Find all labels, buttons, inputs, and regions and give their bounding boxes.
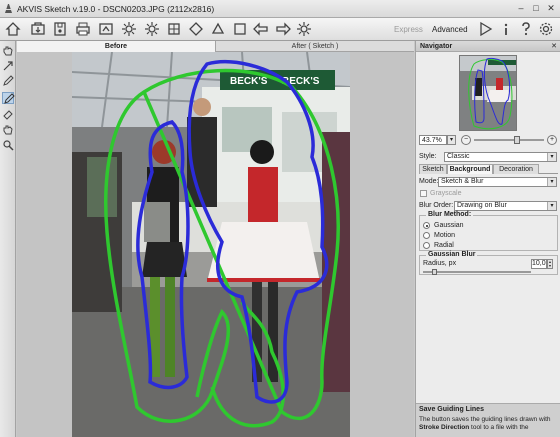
print-icon[interactable] xyxy=(75,21,91,37)
mode-express-button[interactable]: Express xyxy=(394,25,423,34)
tab-decoration[interactable]: Decoration xyxy=(493,164,539,174)
mode-label: Mode: xyxy=(419,178,439,185)
reset-icon[interactable] xyxy=(232,21,248,37)
chevron-down-icon: ▾ xyxy=(547,202,556,210)
navigator-title: Navigator xyxy=(420,43,453,50)
blur-order-select[interactable]: Drawing on Blur ▾ xyxy=(454,201,557,211)
grayscale-label: Grayscale xyxy=(430,190,462,197)
zoom-out-button[interactable]: − xyxy=(461,135,471,145)
zoom-slider-thumb[interactable] xyxy=(514,136,521,144)
radial-label: Radial xyxy=(434,242,454,249)
radius-spinner[interactable]: ▴ ▾ xyxy=(547,259,553,269)
chevron-down-icon: ▾ xyxy=(547,178,556,186)
hand-icon[interactable] xyxy=(2,45,14,57)
style-value: Classic xyxy=(447,153,470,160)
gaussian-blur-title: Gaussian Blur xyxy=(426,251,478,258)
run-icon[interactable] xyxy=(477,21,493,37)
zoom-slider-track[interactable] xyxy=(474,139,544,141)
image-canvas[interactable]: BECK'S BECK'S xyxy=(17,52,414,437)
tab-before[interactable]: Before xyxy=(17,41,216,52)
help-icon[interactable] xyxy=(518,21,534,37)
radius-input[interactable]: 10,0 xyxy=(531,259,547,269)
view-tabs: Before After ( Sketch ) xyxy=(17,41,414,52)
redo-icon[interactable] xyxy=(275,21,291,37)
navigator-close-icon[interactable]: ✕ xyxy=(551,41,557,52)
chevron-down-icon: ▾ xyxy=(547,153,556,161)
open-icon[interactable] xyxy=(30,21,46,37)
undo-icon[interactable] xyxy=(253,21,269,37)
mode-advanced-button[interactable]: Advanced xyxy=(432,25,468,34)
motion-radio[interactable] xyxy=(423,232,430,239)
help-text-before: The button saves the guiding lines drawn… xyxy=(419,416,551,423)
radius-slider-thumb[interactable] xyxy=(431,269,437,275)
plugin-icon[interactable] xyxy=(188,21,204,37)
maximize-button[interactable]: □ xyxy=(529,2,543,15)
navigator-header: Navigator ✕ xyxy=(416,41,560,52)
info-icon[interactable] xyxy=(498,21,514,37)
style-select[interactable]: Classic ▾ xyxy=(444,152,557,162)
plugin-icon[interactable] xyxy=(166,21,182,37)
mode-value: Sketch & Blur xyxy=(441,178,484,185)
zoom-input[interactable]: 43.7% xyxy=(419,135,447,145)
plugin-icon[interactable] xyxy=(210,21,226,37)
hand-icon[interactable] xyxy=(2,124,14,136)
batch-icon[interactable] xyxy=(121,21,137,37)
settings-panel: Navigator ✕ 43.7% ▾ − + Style: Classic ▾… xyxy=(415,41,560,437)
app-logo-icon xyxy=(5,4,12,13)
close-button[interactable]: ✕ xyxy=(544,2,558,15)
help-panel: Save Guiding Lines The button saves the … xyxy=(416,403,560,437)
minimize-button[interactable]: – xyxy=(514,2,528,15)
eraser-icon[interactable] xyxy=(2,108,14,120)
help-text-bold: Stroke Direction xyxy=(419,424,470,431)
zoom-icon[interactable] xyxy=(2,139,14,151)
gaussian-label: Gaussian xyxy=(434,222,464,229)
grayscale-checkbox[interactable] xyxy=(420,190,427,197)
settings-icon[interactable] xyxy=(296,21,312,37)
motion-label: Motion xyxy=(434,232,456,239)
radius-slider-track[interactable] xyxy=(423,271,531,273)
beck-sign-left: BECK'S xyxy=(230,76,268,87)
gaussian-radio[interactable] xyxy=(423,222,430,229)
radial-radio[interactable] xyxy=(423,242,430,249)
share-icon[interactable] xyxy=(98,21,114,37)
radius-label: Radius, px xyxy=(423,260,457,267)
main-toolbar: Express Advanced xyxy=(0,18,560,41)
pencil-icon[interactable] xyxy=(2,75,14,87)
style-label: Style: xyxy=(419,153,437,160)
tab-sketch[interactable]: Sketch xyxy=(419,164,447,174)
title-bar: AKVIS Sketch v.19.0 - DSCN0203.JPG (2112… xyxy=(0,0,560,18)
save-icon[interactable] xyxy=(52,21,68,37)
mode-select[interactable]: Sketch & Blur ▾ xyxy=(438,177,557,187)
home-icon[interactable] xyxy=(5,21,21,37)
direction-icon[interactable] xyxy=(2,60,14,72)
pencil-active-icon[interactable] xyxy=(2,92,15,104)
preferences-icon[interactable] xyxy=(538,21,554,37)
window-title: AKVIS Sketch v.19.0 - DSCN0203.JPG (2112… xyxy=(17,4,215,14)
zoom-dropdown-icon[interactable]: ▾ xyxy=(447,135,456,145)
blur-method-group: Blur Method: Gaussian Motion Radial xyxy=(419,211,558,251)
navigator-thumbnail[interactable] xyxy=(459,55,517,131)
blur-order-value: Drawing on Blur xyxy=(457,202,507,209)
photo[interactable]: BECK'S BECK'S xyxy=(72,52,350,437)
gallery-icon[interactable] xyxy=(144,21,160,37)
zoom-in-button[interactable]: + xyxy=(547,135,557,145)
help-title: Save Guiding Lines xyxy=(419,406,484,413)
blur-order-label: Blur Order: xyxy=(419,202,454,209)
settings-tabs: Sketch Background Decoration xyxy=(419,164,558,174)
gaussian-blur-group: Gaussian Blur Radius, px 10,0 ▴ ▾ xyxy=(419,251,558,275)
help-text: The button saves the guiding lines drawn… xyxy=(419,416,558,432)
blur-method-title: Blur Method: xyxy=(426,211,474,218)
tab-after[interactable]: After ( Sketch ) xyxy=(216,41,414,52)
tool-panel xyxy=(0,41,16,437)
help-text-after: tool to a file with the xyxy=(471,424,529,431)
tab-background[interactable]: Background xyxy=(447,164,493,174)
